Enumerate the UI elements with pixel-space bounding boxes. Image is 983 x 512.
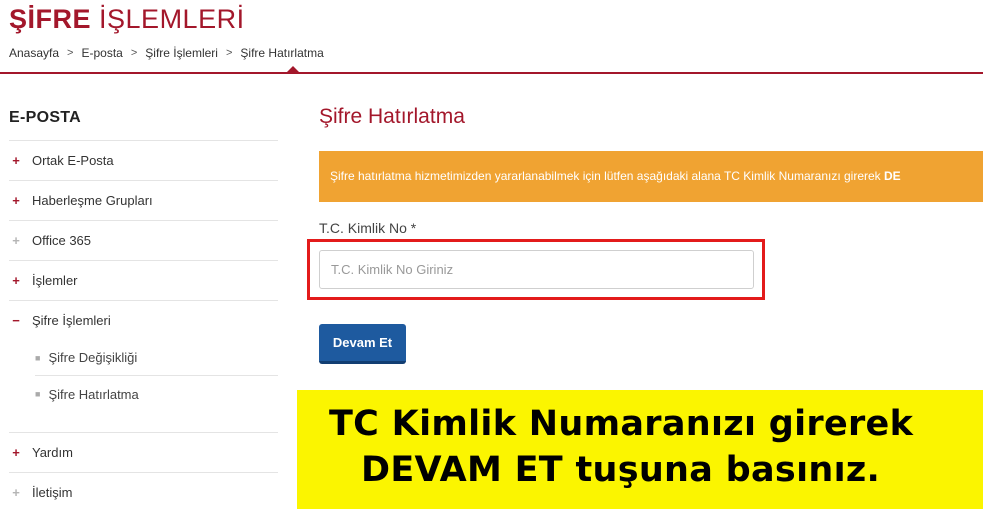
banner-line-2: DEVAM ET tuşuna basınız. <box>361 450 881 490</box>
chevron-right-icon: > <box>67 47 74 59</box>
alert-text: Şifre hatırlatma hizmetimizden yararlana… <box>330 169 885 183</box>
sidebar-item-haberlesme-gruplari[interactable]: + Haberleşme Grupları <box>9 180 278 220</box>
page-title: ŞİFRE İŞLEMLERİ <box>9 2 245 36</box>
bullet-icon: ■ <box>35 389 41 399</box>
tc-kimlik-label: T.C. Kimlik No * <box>319 220 417 236</box>
sidebar-item-label: Yardım <box>32 445 73 460</box>
minus-icon: − <box>12 313 20 328</box>
sidebar-item-islemler[interactable]: + İşlemler <box>9 260 278 300</box>
sidebar-subitem-label: Şifre Hatırlatma <box>48 386 139 402</box>
sidebar-subitem-sifre-degisikligi[interactable]: ■ Şifre Değişikliği <box>35 340 278 376</box>
sidebar-item-label: Şifre İşlemleri <box>32 313 111 328</box>
breadcrumb: Anasayfa > E-posta > Şifre İşlemleri > Ş… <box>9 46 324 60</box>
page-title-bold: ŞİFRE <box>9 4 92 34</box>
sidebar-item-sifre-islemleri[interactable]: − Şifre İşlemleri <box>9 300 278 340</box>
header-divider <box>0 72 983 74</box>
plus-icon: + <box>12 233 20 248</box>
sidebar-item-label: Haberleşme Grupları <box>32 193 153 208</box>
chevron-right-icon: > <box>130 47 138 59</box>
sidebar-item-label: Ortak E-Posta <box>32 153 114 168</box>
sidebar-item-label: İşlemler <box>32 273 78 288</box>
sidebar-subitem-label: Şifre Değişikliği <box>48 350 138 365</box>
plus-icon: + <box>12 273 20 288</box>
sidebar-item-yardim[interactable]: + Yardım <box>9 432 278 472</box>
sidebar-item-ortak-eposta[interactable]: + Ortak E-Posta <box>9 140 278 180</box>
page-header: ŞİFRE İŞLEMLERİ Anasayfa > E-posta > Şif… <box>0 0 983 74</box>
plus-icon: + <box>12 153 20 168</box>
sidebar-title: E-POSTA <box>9 109 82 126</box>
sidebar-item-iletisim[interactable]: + İletişim <box>9 472 278 512</box>
sidebar-item-label: İletişim <box>32 485 73 500</box>
section-heading: Şifre Hatırlatma <box>319 105 465 128</box>
instruction-banner: TC Kimlik Numaranızı girerek DEVAM ET tu… <box>297 390 983 509</box>
chevron-right-icon: > <box>225 47 233 59</box>
plus-icon: + <box>12 193 20 208</box>
plus-icon: + <box>12 445 20 460</box>
breadcrumb-current: Şifre Hatırlatma <box>240 46 324 60</box>
banner-line-1: TC Kimlik Numaranızı girerek <box>329 404 914 444</box>
breadcrumb-eposta[interactable]: E-posta <box>81 46 122 60</box>
sidebar-subitem-sifre-hatirlatma[interactable]: ■ Şifre Hatırlatma <box>35 376 278 412</box>
tc-kimlik-input[interactable] <box>319 250 754 289</box>
plus-icon: + <box>12 485 20 500</box>
bullet-icon: ■ <box>35 352 41 363</box>
page-title-light: İŞLEMLERİ <box>99 4 245 34</box>
info-alert: Şifre hatırlatma hizmetimizden yararlana… <box>319 151 983 202</box>
breadcrumb-password-ops[interactable]: Şifre İşlemleri <box>145 46 218 60</box>
devam-et-button[interactable]: Devam Et <box>319 324 406 364</box>
sidebar-item-office-365[interactable]: + Office 365 <box>9 220 278 260</box>
breadcrumb-home[interactable]: Anasayfa <box>9 46 59 60</box>
alert-bold-text: DE <box>884 169 901 183</box>
sidebar-item-label: Office 365 <box>32 233 92 248</box>
